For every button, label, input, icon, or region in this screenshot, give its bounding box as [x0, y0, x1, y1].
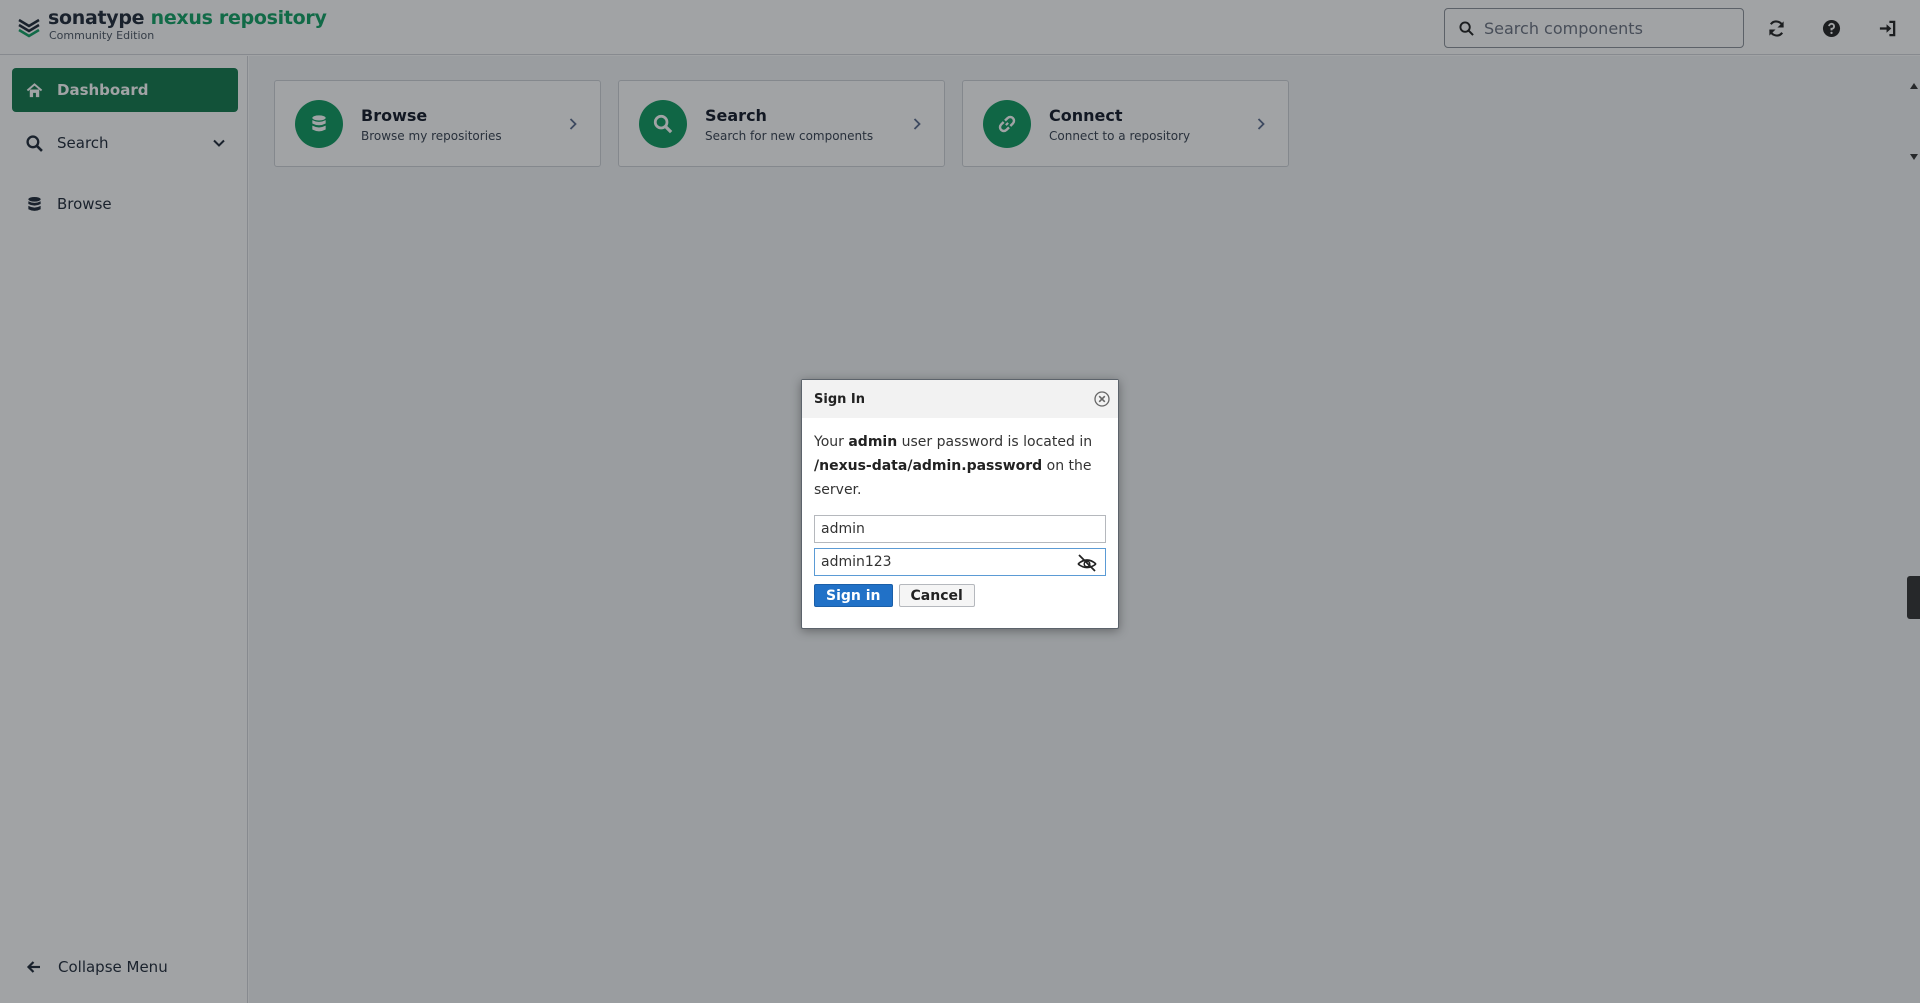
username-field[interactable]	[814, 515, 1106, 543]
sign-in-submit-button[interactable]: Sign in	[814, 584, 893, 607]
dialog-header: Sign In	[802, 380, 1118, 418]
admin-user-text: admin	[848, 434, 898, 450]
password-field[interactable]	[814, 548, 1106, 576]
cancel-button[interactable]: Cancel	[898, 584, 975, 607]
sign-in-dialog: Sign In Your admin user password is loca…	[801, 379, 1119, 629]
password-file-path: /nexus-data/admin.password	[814, 458, 1043, 474]
close-icon[interactable]	[1094, 391, 1110, 407]
username-input[interactable]	[821, 521, 1071, 537]
hide-password-icon[interactable]	[1076, 553, 1098, 573]
password-input[interactable]	[821, 554, 1071, 570]
password-location-message: Your admin user password is located in /…	[814, 434, 1093, 498]
dialog-title: Sign In	[814, 391, 865, 407]
